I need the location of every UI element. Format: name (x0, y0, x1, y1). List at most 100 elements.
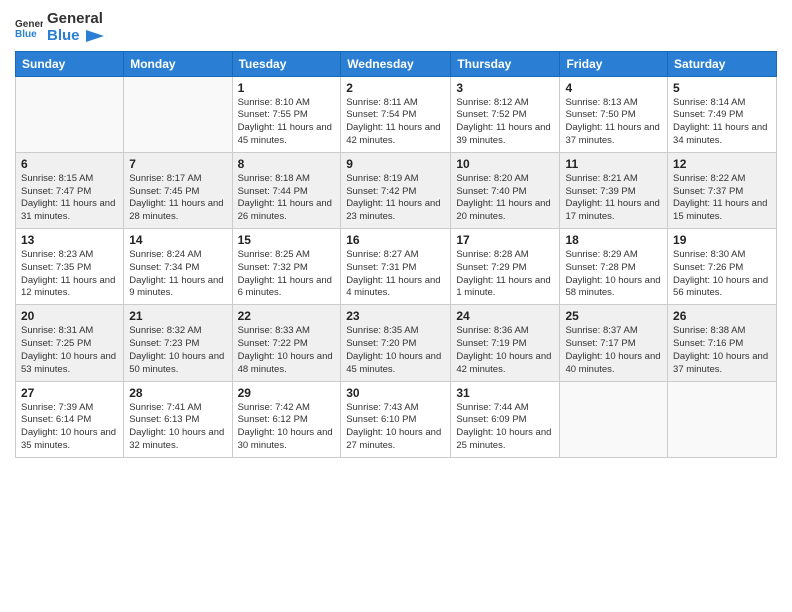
header: General Blue General Blue (15, 10, 777, 45)
calendar-cell: 5Sunrise: 8:14 AM Sunset: 7:49 PM Daylig… (668, 76, 777, 152)
day-number: 18 (565, 233, 662, 247)
day-info: Sunrise: 7:43 AM Sunset: 6:10 PM Dayligh… (346, 402, 445, 453)
header-row: SundayMondayTuesdayWednesdayThursdayFrid… (16, 51, 777, 76)
calendar-cell (668, 381, 777, 457)
day-info: Sunrise: 8:35 AM Sunset: 7:20 PM Dayligh… (346, 325, 445, 376)
calendar-cell: 26 Sunrise: 8:38 AM Sunset: 7:16 PM Dayli… (668, 305, 777, 381)
week-row-5: 27 Sunrise: 7:39 AM Sunset: 6:14 PM Dayli… (16, 381, 777, 457)
calendar-cell: 27 Sunrise: 7:39 AM Sunset: 6:14 PM Dayli… (16, 381, 124, 457)
calendar-cell: 21 Sunrise: 8:32 AM Sunset: 7:23 PM Dayli… (124, 305, 232, 381)
calendar-cell: 9 Sunrise: 8:19 AM Sunset: 7:42 PM Daylig… (341, 152, 451, 228)
day-number: 15 (238, 233, 336, 247)
calendar-cell: 30 Sunrise: 7:43 AM Sunset: 6:10 PM Dayli… (341, 381, 451, 457)
calendar-cell: 1 Sunrise: 8:10 AM Sunset: 7:55 PM Daylig… (232, 76, 341, 152)
week-row-2: 6 Sunrise: 8:15 AM Sunset: 7:47 PM Daylig… (16, 152, 777, 228)
col-header-sunday: Sunday (16, 51, 124, 76)
day-info: Sunrise: 8:22 AM Sunset: 7:37 PM Dayligh… (673, 173, 771, 224)
day-info: Sunrise: 8:37 AM Sunset: 7:17 PM Dayligh… (565, 325, 662, 376)
day-info: Sunrise: 8:33 AM Sunset: 7:22 PM Dayligh… (238, 325, 336, 376)
day-number: 28 (129, 386, 226, 400)
day-info: Sunrise: 8:36 AM Sunset: 7:19 PM Dayligh… (456, 325, 554, 376)
calendar-cell: 6 Sunrise: 8:15 AM Sunset: 7:47 PM Daylig… (16, 152, 124, 228)
calendar-cell: 3 Sunrise: 8:12 AM Sunset: 7:52 PM Daylig… (451, 76, 560, 152)
day-info: Sunrise: 7:44 AM Sunset: 6:09 PM Dayligh… (456, 402, 554, 453)
day-info: Sunrise: 8:18 AM Sunset: 7:44 PM Dayligh… (238, 173, 336, 224)
col-header-friday: Friday (560, 51, 668, 76)
calendar-cell: 20Sunrise: 8:31 AM Sunset: 7:25 PM Dayli… (16, 305, 124, 381)
col-header-monday: Monday (124, 51, 232, 76)
day-info: Sunrise: 7:39 AM Sunset: 6:14 PM Dayligh… (21, 402, 118, 453)
day-number: 26 (673, 309, 771, 323)
day-info: Sunrise: 8:38 AM Sunset: 7:16 PM Dayligh… (673, 325, 771, 376)
logo-wordmark: General Blue (47, 10, 104, 45)
day-number: 19 (673, 233, 771, 247)
day-number: 21 (129, 309, 226, 323)
calendar-cell: 28Sunrise: 7:41 AM Sunset: 6:13 PM Dayli… (124, 381, 232, 457)
day-number: 17 (456, 233, 554, 247)
week-row-4: 20Sunrise: 8:31 AM Sunset: 7:25 PM Dayli… (16, 305, 777, 381)
day-number: 3 (456, 81, 554, 95)
calendar-cell: 18 Sunrise: 8:29 AM Sunset: 7:28 PM Dayli… (560, 229, 668, 305)
day-info: Sunrise: 8:21 AM Sunset: 7:39 PM Dayligh… (565, 173, 662, 224)
day-info: Sunrise: 8:19 AM Sunset: 7:42 PM Dayligh… (346, 173, 445, 224)
calendar-cell: 16Sunrise: 8:27 AM Sunset: 7:31 PM Dayli… (341, 229, 451, 305)
col-header-saturday: Saturday (668, 51, 777, 76)
calendar-cell: 11Sunrise: 8:21 AM Sunset: 7:39 PM Dayli… (560, 152, 668, 228)
calendar-cell (124, 76, 232, 152)
day-info: Sunrise: 8:12 AM Sunset: 7:52 PM Dayligh… (456, 97, 554, 148)
day-number: 9 (346, 157, 445, 171)
day-number: 30 (346, 386, 445, 400)
col-header-tuesday: Tuesday (232, 51, 341, 76)
day-info: Sunrise: 8:20 AM Sunset: 7:40 PM Dayligh… (456, 173, 554, 224)
calendar-cell: 29 Sunrise: 7:42 AM Sunset: 6:12 PM Dayli… (232, 381, 341, 457)
day-number: 10 (456, 157, 554, 171)
day-number: 23 (346, 309, 445, 323)
day-number: 25 (565, 309, 662, 323)
svg-text:Blue: Blue (15, 29, 37, 38)
day-info: Sunrise: 8:32 AM Sunset: 7:23 PM Dayligh… (129, 325, 226, 376)
col-header-wednesday: Wednesday (341, 51, 451, 76)
calendar-cell: 7Sunrise: 8:17 AM Sunset: 7:45 PM Daylig… (124, 152, 232, 228)
day-info: Sunrise: 8:29 AM Sunset: 7:28 PM Dayligh… (565, 249, 662, 300)
day-info: Sunrise: 8:15 AM Sunset: 7:47 PM Dayligh… (21, 173, 118, 224)
day-number: 31 (456, 386, 554, 400)
page: General Blue General Blue (0, 0, 792, 612)
calendar-cell: 24Sunrise: 8:36 AM Sunset: 7:19 PM Dayli… (451, 305, 560, 381)
col-header-thursday: Thursday (451, 51, 560, 76)
day-number: 8 (238, 157, 336, 171)
day-number: 29 (238, 386, 336, 400)
day-info: Sunrise: 8:13 AM Sunset: 7:50 PM Dayligh… (565, 97, 662, 148)
logo-flag-icon (86, 30, 104, 42)
calendar-table: SundayMondayTuesdayWednesdayThursdayFrid… (15, 51, 777, 458)
calendar-cell (16, 76, 124, 152)
day-info: Sunrise: 8:23 AM Sunset: 7:35 PM Dayligh… (21, 249, 118, 300)
calendar-cell: 22 Sunrise: 8:33 AM Sunset: 7:22 PM Dayli… (232, 305, 341, 381)
day-number: 6 (21, 157, 118, 171)
calendar-cell: 14Sunrise: 8:24 AM Sunset: 7:34 PM Dayli… (124, 229, 232, 305)
day-number: 12 (673, 157, 771, 171)
calendar-cell: 2Sunrise: 8:11 AM Sunset: 7:54 PM Daylig… (341, 76, 451, 152)
day-number: 5 (673, 81, 771, 95)
calendar-cell: 25 Sunrise: 8:37 AM Sunset: 7:17 PM Dayli… (560, 305, 668, 381)
calendar-cell: 12 Sunrise: 8:22 AM Sunset: 7:37 PM Dayli… (668, 152, 777, 228)
week-row-1: 1 Sunrise: 8:10 AM Sunset: 7:55 PM Daylig… (16, 76, 777, 152)
day-info: Sunrise: 8:10 AM Sunset: 7:55 PM Dayligh… (238, 97, 336, 148)
day-info: Sunrise: 8:11 AM Sunset: 7:54 PM Dayligh… (346, 97, 445, 148)
day-number: 14 (129, 233, 226, 247)
day-number: 16 (346, 233, 445, 247)
day-info: Sunrise: 7:42 AM Sunset: 6:12 PM Dayligh… (238, 402, 336, 453)
calendar-cell: 19 Sunrise: 8:30 AM Sunset: 7:26 PM Dayli… (668, 229, 777, 305)
day-number: 1 (238, 81, 336, 95)
calendar-cell: 17Sunrise: 8:28 AM Sunset: 7:29 PM Dayli… (451, 229, 560, 305)
day-info: Sunrise: 8:25 AM Sunset: 7:32 PM Dayligh… (238, 249, 336, 300)
day-info: Sunrise: 8:30 AM Sunset: 7:26 PM Dayligh… (673, 249, 771, 300)
day-number: 22 (238, 309, 336, 323)
logo-blue: Blue (47, 27, 80, 44)
day-info: Sunrise: 8:17 AM Sunset: 7:45 PM Dayligh… (129, 173, 226, 224)
day-info: Sunrise: 8:31 AM Sunset: 7:25 PM Dayligh… (21, 325, 118, 376)
calendar-cell: 15 Sunrise: 8:25 AM Sunset: 7:32 PM Dayli… (232, 229, 341, 305)
logo-icon: General Blue (15, 16, 43, 38)
calendar-cell: 10 Sunrise: 8:20 AM Sunset: 7:40 PM Dayli… (451, 152, 560, 228)
day-number: 27 (21, 386, 118, 400)
day-number: 4 (565, 81, 662, 95)
